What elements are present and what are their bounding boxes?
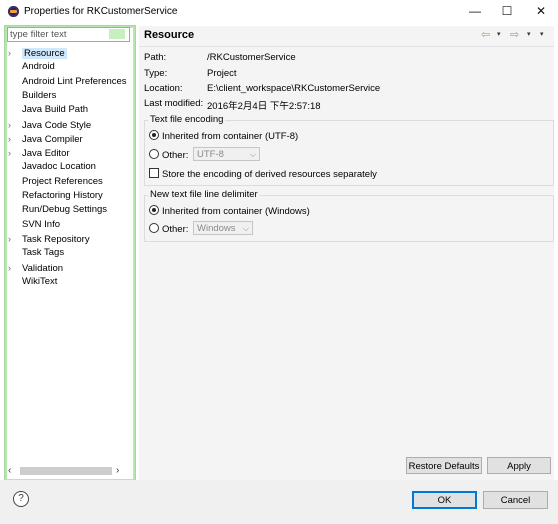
horizontal-scrollbar-thumb[interactable]	[20, 467, 112, 475]
expand-arrow-icon[interactable]: ›	[8, 46, 22, 60]
tree-item[interactable]: Run/Debug Settings	[8, 203, 107, 217]
store-encoding-label: Store the encoding of derived resources …	[162, 169, 377, 180]
delimiter-group-title: New text file line delimiter	[148, 189, 260, 200]
expand-arrow-icon[interactable]: ›	[8, 146, 22, 160]
tree-item-label: Builders	[22, 89, 57, 101]
last-modified-value: 2016年2月4日 下午2:57:18	[207, 101, 321, 112]
chevron-down-icon: ⌵	[249, 150, 256, 159]
tree-item-label: Java Code Style	[22, 119, 92, 131]
encoding-other-label: Other:	[162, 150, 189, 161]
encoding-inherited-label: Inherited from container (UTF-8)	[162, 131, 299, 142]
store-encoding-checkbox[interactable]: Store the encoding of derived resources …	[149, 168, 377, 180]
tree-item[interactable]: › Java Code Style	[8, 118, 91, 132]
tree-item-label: Javadoc Location	[22, 161, 96, 173]
clear-filter-icon[interactable]	[109, 29, 125, 39]
back-dropdown-icon[interactable]: ▾	[497, 30, 501, 38]
tree-item-label: Run/Debug Settings	[22, 204, 108, 216]
tree-item-label: Java Build Path	[22, 104, 89, 116]
last-modified-label: Last modified:	[144, 98, 204, 109]
tree-item-label: Android	[22, 61, 55, 73]
tree-item[interactable]: SVN Info	[8, 218, 60, 232]
tree-item[interactable]: › Java Editor	[8, 146, 70, 160]
tree-item-label: Android Lint Preferences	[22, 75, 127, 87]
view-menu-icon[interactable]: ▾	[540, 30, 544, 38]
tree-item[interactable]: Project References	[8, 175, 103, 189]
apply-button[interactable]: Apply	[487, 457, 551, 474]
page-header	[139, 26, 554, 47]
tree-item[interactable]: Java Build Path	[8, 103, 88, 117]
radio-unselected-icon[interactable]	[149, 149, 159, 159]
expand-arrow-icon[interactable]: ›	[8, 118, 22, 132]
tree-item[interactable]: › Task Repository	[8, 232, 90, 246]
encoding-other-radio[interactable]: Other:	[149, 149, 188, 161]
expand-arrow-icon[interactable]: ›	[8, 261, 22, 275]
eclipse-icon	[8, 6, 19, 17]
encoding-group-title: Text file encoding	[148, 114, 226, 125]
restore-defaults-button[interactable]: Restore Defaults	[406, 457, 482, 474]
tree-item-label: SVN Info	[22, 218, 61, 230]
delimiter-combo-value: Windows	[197, 223, 236, 234]
tree-item[interactable]: › Validation	[8, 261, 63, 275]
help-icon[interactable]: ?	[13, 491, 29, 507]
delimiter-inherited-radio[interactable]: Inherited from container (Windows)	[149, 205, 310, 217]
tree-item-label: Java Editor	[22, 148, 70, 160]
encoding-inherited-radio[interactable]: Inherited from container (UTF-8)	[149, 130, 298, 142]
tree-item-label: Project References	[22, 175, 103, 187]
tree-item-label: Resource	[22, 48, 67, 59]
type-label: Type:	[144, 68, 168, 79]
tree-item[interactable]: › Java Compiler	[8, 132, 83, 146]
tree-item-label: Task Tags	[22, 247, 65, 259]
tree-item[interactable]: Task Tags	[8, 246, 64, 260]
path-value: /RKCustomerService	[207, 52, 296, 63]
encoding-combo[interactable]: UTF-8 ⌵	[193, 147, 260, 161]
expand-arrow-icon[interactable]: ›	[8, 232, 22, 246]
maximize-button[interactable]: ☐	[492, 0, 522, 22]
location-label: Location:	[144, 83, 183, 94]
tree-item-label: Java Compiler	[22, 133, 83, 145]
expand-arrow-icon[interactable]: ›	[8, 132, 22, 146]
chevron-down-icon: ⌵	[242, 224, 249, 233]
page-title: Resource	[144, 29, 195, 41]
path-label: Path:	[144, 52, 167, 63]
scroll-right-icon[interactable]: ›	[116, 465, 119, 476]
forward-arrow-icon[interactable]: ⇨	[510, 28, 519, 41]
tree-item[interactable]: Builders	[8, 89, 56, 103]
radio-selected-icon[interactable]	[149, 205, 159, 215]
tree-item-label: WikiText	[22, 275, 58, 287]
delimiter-other-radio[interactable]: Other:	[149, 223, 188, 235]
radio-selected-icon[interactable]	[149, 130, 159, 140]
checkbox-icon[interactable]	[149, 168, 159, 178]
encoding-combo-value: UTF-8	[197, 149, 224, 160]
close-button[interactable]: ✕	[526, 0, 556, 22]
tree-item[interactable]: Android Lint Preferences	[8, 75, 127, 89]
tree-item[interactable]: Refactoring History	[8, 189, 103, 203]
tree-item[interactable]: › Resource	[8, 46, 67, 60]
tree-item-label: Validation	[22, 262, 64, 274]
tree-item[interactable]: Android	[8, 60, 55, 74]
location-value: E:\client_workspace\RKCustomerService	[207, 83, 381, 94]
minimize-button[interactable]: —	[460, 0, 490, 22]
type-value: Project	[207, 68, 237, 79]
tree-item-label: Task Repository	[22, 233, 90, 245]
delimiter-combo[interactable]: Windows ⌵	[193, 221, 253, 235]
tree-item[interactable]: WikiText	[8, 275, 57, 289]
scroll-left-icon[interactable]: ‹	[8, 465, 11, 476]
forward-dropdown-icon[interactable]: ▾	[527, 30, 531, 38]
back-arrow-icon[interactable]: ⇦	[481, 28, 490, 41]
delimiter-other-label: Other:	[162, 224, 189, 235]
window-title: Properties for RKCustomerService	[24, 6, 178, 17]
tree-item[interactable]: Javadoc Location	[8, 160, 96, 174]
radio-unselected-icon[interactable]	[149, 223, 159, 233]
property-page	[139, 47, 554, 480]
ok-button[interactable]: OK	[412, 491, 477, 509]
cancel-button[interactable]: Cancel	[483, 491, 548, 509]
delimiter-inherited-label: Inherited from container (Windows)	[162, 206, 310, 217]
tree-item-label: Refactoring History	[22, 190, 103, 201]
